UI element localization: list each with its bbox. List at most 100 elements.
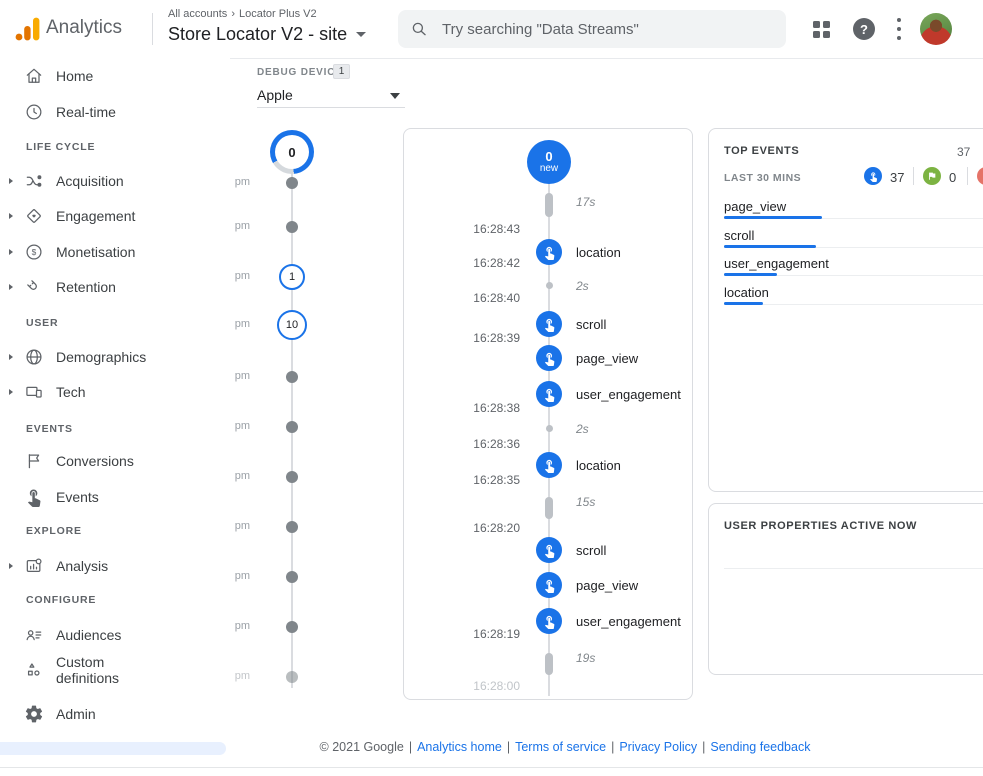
minute-axis-label: pm bbox=[222, 470, 250, 482]
apps-grid-icon[interactable] bbox=[813, 21, 830, 38]
event-marker[interactable] bbox=[536, 345, 562, 371]
expand-caret-icon[interactable] bbox=[9, 284, 13, 290]
touch-event-icon bbox=[542, 543, 557, 558]
events-counter-icon[interactable] bbox=[864, 167, 882, 185]
sidebar-item-retention[interactable]: Retention bbox=[0, 275, 230, 299]
search-input[interactable] bbox=[440, 20, 764, 39]
sidebar-item-custom-definitions[interactable]: Custom definitions bbox=[0, 650, 230, 690]
breadcrumb-separator: › bbox=[231, 8, 235, 20]
help-icon[interactable]: ? bbox=[853, 18, 875, 40]
sidebar-item-debugview-selected[interactable] bbox=[0, 742, 226, 755]
event-stream-head-marker[interactable]: 0 new bbox=[527, 140, 571, 184]
footer-link-feedback[interactable]: Sending feedback bbox=[710, 740, 810, 754]
admin-gear-icon bbox=[24, 704, 44, 724]
expand-caret-icon[interactable] bbox=[9, 563, 13, 569]
minute-marker-dot[interactable] bbox=[286, 671, 298, 683]
breadcrumb-root[interactable]: All accounts bbox=[168, 8, 227, 20]
avatar[interactable] bbox=[920, 13, 952, 45]
top-event-bar bbox=[724, 216, 822, 219]
expand-caret-icon[interactable] bbox=[9, 178, 13, 184]
footer-link-privacy[interactable]: Privacy Policy bbox=[619, 740, 697, 754]
gap-duration: 2s bbox=[576, 422, 589, 436]
top-event-row[interactable]: user_engagement bbox=[724, 256, 829, 271]
debug-device-select[interactable]: Apple bbox=[257, 87, 293, 103]
event-marker[interactable] bbox=[536, 311, 562, 337]
minute-marker-dot[interactable] bbox=[286, 621, 298, 633]
event-name[interactable]: scroll bbox=[576, 543, 606, 558]
event-timestamp: 16:28:43 bbox=[440, 222, 520, 236]
minute-marker-count[interactable]: 10 bbox=[277, 310, 307, 340]
footer: © 2021 Google|Analytics home|Terms of se… bbox=[230, 740, 900, 754]
minute-marker-dot[interactable] bbox=[286, 221, 298, 233]
event-name[interactable]: location bbox=[576, 458, 621, 473]
errors-counter-icon[interactable] bbox=[977, 167, 983, 185]
top-event-row[interactable]: location bbox=[724, 285, 769, 300]
event-name[interactable]: user_engagement bbox=[576, 614, 681, 629]
sidebar-item-acquisition[interactable]: Acquisition bbox=[0, 169, 230, 193]
touch-event-icon bbox=[868, 171, 879, 182]
minute-marker-count[interactable]: 1 bbox=[279, 264, 305, 290]
gap-capsule bbox=[545, 193, 553, 217]
minute-axis-label: pm bbox=[222, 220, 250, 232]
expand-caret-icon[interactable] bbox=[9, 213, 13, 219]
expand-caret-icon[interactable] bbox=[9, 249, 13, 255]
sidebar-item-tech[interactable]: Tech bbox=[0, 380, 230, 404]
event-name[interactable]: scroll bbox=[576, 317, 606, 332]
window-bottom-edge bbox=[0, 767, 983, 768]
home-icon bbox=[24, 66, 44, 86]
touch-event-icon bbox=[542, 317, 557, 332]
event-marker[interactable] bbox=[536, 537, 562, 563]
top-event-row[interactable]: scroll bbox=[724, 228, 754, 243]
copyright: © 2021 Google bbox=[320, 740, 404, 754]
analytics-logo-icon bbox=[14, 16, 40, 42]
top-event-bar bbox=[724, 273, 777, 276]
top-event-bar bbox=[724, 245, 816, 248]
conversions-counter-icon[interactable] bbox=[923, 167, 941, 185]
footer-link-terms[interactable]: Terms of service bbox=[515, 740, 606, 754]
expand-caret-icon[interactable] bbox=[9, 354, 13, 360]
minute-marker-dot[interactable] bbox=[286, 177, 298, 189]
sidebar-item-events[interactable]: Events bbox=[0, 485, 230, 509]
event-name[interactable]: page_view bbox=[576, 351, 638, 366]
minute-marker-dot[interactable] bbox=[286, 471, 298, 483]
sidebar-section-explore: EXPLORE bbox=[26, 525, 82, 537]
top-event-row[interactable]: page_view bbox=[724, 199, 786, 214]
minute-axis-label: pm bbox=[222, 670, 250, 682]
footer-link-analytics-home[interactable]: Analytics home bbox=[417, 740, 502, 754]
sidebar-item-engagement[interactable]: Engagement bbox=[0, 204, 230, 228]
sidebar-item-home[interactable]: Home bbox=[0, 64, 230, 88]
breadcrumb-current[interactable]: Locator Plus V2 bbox=[239, 8, 317, 20]
sidebar-item-analysis[interactable]: Analysis bbox=[0, 554, 230, 578]
sidebar-item-admin[interactable]: Admin bbox=[0, 702, 230, 726]
minute-marker-dot[interactable] bbox=[286, 371, 298, 383]
event-marker[interactable] bbox=[536, 452, 562, 478]
expand-caret-icon[interactable] bbox=[9, 389, 13, 395]
sidebar: Home Real-time LIFE CYCLE Acquisition En… bbox=[0, 58, 230, 776]
sidebar-item-conversions[interactable]: Conversions bbox=[0, 449, 230, 473]
product-name: Analytics bbox=[46, 17, 122, 39]
event-marker[interactable] bbox=[536, 381, 562, 407]
more-menu-icon[interactable] bbox=[897, 18, 901, 40]
event-name[interactable]: page_view bbox=[576, 578, 638, 593]
search-bar bbox=[398, 10, 786, 48]
sidebar-item-demographics[interactable]: Demographics bbox=[0, 345, 230, 369]
property-selector[interactable]: Store Locator V2 - site bbox=[168, 24, 366, 45]
event-marker[interactable] bbox=[536, 239, 562, 265]
gap-duration: 17s bbox=[576, 195, 595, 209]
svg-text:$: $ bbox=[32, 247, 37, 257]
minute-marker-dot[interactable] bbox=[286, 521, 298, 533]
event-marker[interactable] bbox=[536, 572, 562, 598]
minute-marker-dot[interactable] bbox=[286, 421, 298, 433]
tech-devices-icon bbox=[24, 382, 44, 402]
sidebar-item-monetisation[interactable]: $ Monetisation bbox=[0, 240, 230, 264]
minute-axis-label: pm bbox=[222, 176, 250, 188]
sidebar-item-audiences[interactable]: Audiences bbox=[0, 623, 230, 647]
event-name[interactable]: user_engagement bbox=[576, 387, 681, 402]
current-minute-marker[interactable]: 0 bbox=[270, 130, 314, 174]
events-counter-value: 37 bbox=[890, 170, 904, 185]
top-events-card: TOP EVENTS 37 LAST 30 MINS 37 0 page_vie… bbox=[708, 128, 983, 492]
sidebar-item-realtime[interactable]: Real-time bbox=[0, 100, 230, 124]
event-name[interactable]: location bbox=[576, 245, 621, 260]
event-marker[interactable] bbox=[536, 608, 562, 634]
minute-marker-dot[interactable] bbox=[286, 571, 298, 583]
